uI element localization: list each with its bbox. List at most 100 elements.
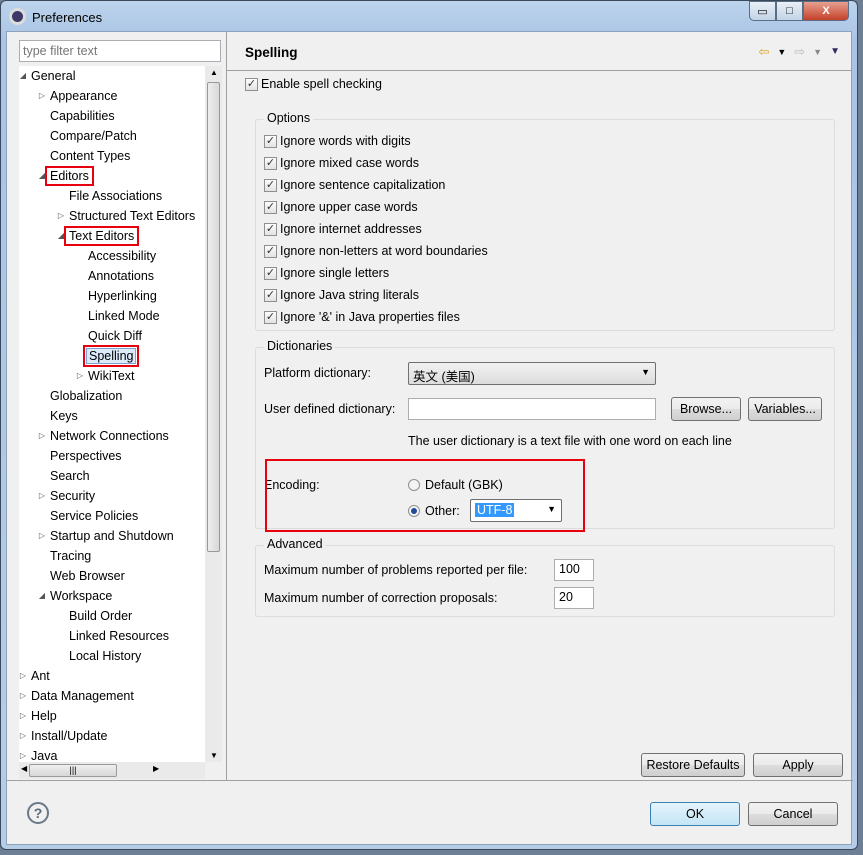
tree-item[interactable]: Annotations	[86, 267, 156, 285]
expanded-arrow-icon[interactable]: ◢	[37, 587, 47, 605]
tree-item-label: Linked Resources	[69, 629, 170, 643]
tree-item-label: Search	[50, 469, 90, 483]
tree-item[interactable]: ▷ Network Connections	[39, 427, 171, 445]
tree-item[interactable]: ▷ Ant	[20, 667, 52, 685]
scroll-right-icon[interactable]: ▶	[153, 764, 159, 773]
option-checkbox[interactable]: ✓ Ignore single letters	[264, 266, 389, 280]
tree-item[interactable]: Capabilities	[48, 107, 117, 125]
back-arrow-icon[interactable]: ⇦	[758, 44, 769, 60]
collapsed-arrow-icon[interactable]: ▷	[37, 427, 47, 445]
tree-item[interactable]: Spelling	[82, 345, 140, 367]
collapsed-arrow-icon[interactable]: ▷	[19, 747, 28, 762]
tree-item[interactable]: ▷ Data Management	[20, 687, 136, 705]
help-icon[interactable]: ?	[27, 802, 49, 824]
user-dictionary-input[interactable]	[408, 398, 656, 420]
collapsed-arrow-icon[interactable]: ▷	[19, 727, 28, 745]
option-checkbox[interactable]: ✓ Ignore words with digits	[264, 134, 411, 148]
tree-item[interactable]: ◢ Editors	[39, 166, 94, 186]
restore-defaults-button[interactable]: Restore Defaults	[641, 753, 745, 777]
tree-item[interactable]: Service Policies	[48, 507, 140, 525]
tree-item[interactable]: Linked Mode	[86, 307, 162, 325]
maximize-button[interactable]: □	[776, 1, 803, 21]
enable-spell-checking-checkbox[interactable]: ✓ Enable spell checking	[245, 77, 382, 91]
tree-item[interactable]: Globalization	[48, 387, 124, 405]
collapsed-arrow-icon[interactable]: ▷	[37, 487, 47, 505]
forward-dropdown-icon[interactable]: ▼	[813, 47, 822, 60]
max-proposals-input[interactable]: 20	[554, 587, 594, 609]
tree-item[interactable]: Web Browser	[48, 567, 127, 585]
tree-item[interactable]: Compare/Patch	[48, 127, 139, 145]
preference-page: Spelling ⇦ ▼ ⇨ ▼ ▼ ✓ Enable spell checkin…	[227, 32, 852, 780]
option-checkbox[interactable]: ✓ Ignore Java string literals	[264, 288, 419, 302]
scroll-left-icon[interactable]: ◀	[21, 764, 27, 773]
close-button[interactable]: X	[803, 1, 849, 21]
tree-item-label: Globalization	[50, 389, 123, 403]
view-menu-icon[interactable]: ▼	[830, 46, 840, 60]
tree-item[interactable]: Accessibility	[86, 247, 158, 265]
eclipse-icon	[9, 8, 26, 25]
tree-item[interactable]: Content Types	[48, 147, 132, 165]
tree-item-label: Web Browser	[50, 569, 125, 583]
scroll-up-icon[interactable]: ▲	[210, 68, 218, 77]
tree-item[interactable]: ▷ Java	[20, 747, 59, 762]
option-checkbox[interactable]: ✓ Ignore non-letters at word boundaries	[264, 244, 488, 258]
option-checkbox[interactable]: ✓ Ignore internet addresses	[264, 222, 422, 236]
tree-item[interactable]: Linked Resources	[67, 627, 171, 645]
tree-item[interactable]: ◢ Workspace	[39, 587, 114, 605]
tree-item[interactable]: ▷ Appearance	[39, 87, 119, 105]
tree-vertical-scrollbar[interactable]: ▲ ▼	[205, 66, 222, 762]
collapsed-arrow-icon[interactable]: ▷	[37, 87, 47, 105]
variables-button[interactable]: Variables...	[748, 397, 822, 421]
tree-item[interactable]: Search	[48, 467, 92, 485]
expanded-arrow-icon[interactable]: ◢	[56, 227, 66, 245]
tree-item-label: Tracing	[50, 549, 92, 563]
tree-item[interactable]: ▷ Startup and Shutdown	[39, 527, 176, 545]
tree-item[interactable]: Tracing	[48, 547, 93, 565]
tree-item[interactable]: ▷ WikiText	[77, 367, 137, 385]
tree-item[interactable]: Perspectives	[48, 447, 124, 465]
collapsed-arrow-icon[interactable]: ▷	[19, 687, 28, 705]
filter-input[interactable]	[19, 40, 221, 62]
max-problems-input[interactable]: 100	[554, 559, 594, 581]
tree-horizontal-scrollbar[interactable]: ◀ ||| ▶	[19, 762, 205, 779]
collapsed-arrow-icon[interactable]: ▷	[19, 667, 28, 685]
tree-item[interactable]: Local History	[67, 647, 143, 665]
scroll-thumb[interactable]	[207, 82, 220, 552]
collapsed-arrow-icon[interactable]: ▷	[37, 527, 47, 545]
tree-item[interactable]: Quick Diff	[86, 327, 144, 345]
tree-item[interactable]: Hyperlinking	[86, 287, 159, 305]
back-dropdown-icon[interactable]: ▼	[777, 47, 786, 60]
cancel-button[interactable]: Cancel	[748, 802, 838, 826]
tree-item[interactable]: Keys	[48, 407, 80, 425]
tree-item-label: File Associations	[69, 189, 163, 203]
tree-item[interactable]: ◢ General	[20, 67, 77, 85]
tree-item[interactable]: ▷ Security	[39, 487, 97, 505]
scroll-thumb[interactable]: |||	[29, 764, 117, 777]
expanded-arrow-icon[interactable]: ◢	[37, 167, 47, 185]
minimize-button[interactable]: ▭	[749, 1, 776, 21]
option-checkbox[interactable]: ✓ Ignore upper case words	[264, 200, 418, 214]
tree-item[interactable]: File Associations	[67, 187, 164, 205]
platform-dictionary-select[interactable]: 英文 (美国) ▼	[408, 362, 656, 385]
tree-item[interactable]: ▷ Structured Text Editors	[58, 207, 197, 225]
browse-button[interactable]: Browse...	[671, 397, 741, 421]
ok-button[interactable]: OK	[650, 802, 740, 826]
forward-arrow-icon[interactable]: ⇨	[794, 44, 805, 60]
collapsed-arrow-icon[interactable]: ▷	[19, 707, 28, 725]
collapsed-arrow-icon[interactable]: ▷	[56, 207, 66, 225]
tree-item[interactable]: ▷ Install/Update	[20, 727, 109, 745]
tree-item[interactable]: Build Order	[67, 607, 134, 625]
scroll-down-icon[interactable]: ▼	[210, 751, 218, 760]
option-checkbox[interactable]: ✓ Ignore '&' in Java properties files	[264, 310, 460, 324]
apply-button[interactable]: Apply	[753, 753, 843, 777]
tree-item-label: Ant	[31, 669, 50, 683]
tree-item[interactable]: ◢ Text Editors	[58, 226, 140, 246]
tree-item-label: Annotations	[88, 269, 155, 283]
expanded-arrow-icon[interactable]: ◢	[19, 67, 28, 85]
option-checkbox[interactable]: ✓ Ignore sentence capitalization	[264, 178, 445, 192]
tree-item-label: Linked Mode	[88, 309, 160, 323]
tree-item-label: General	[31, 69, 76, 83]
collapsed-arrow-icon[interactable]: ▷	[75, 367, 85, 385]
tree-item[interactable]: ▷ Help	[20, 707, 59, 725]
option-checkbox[interactable]: ✓ Ignore mixed case words	[264, 156, 419, 170]
